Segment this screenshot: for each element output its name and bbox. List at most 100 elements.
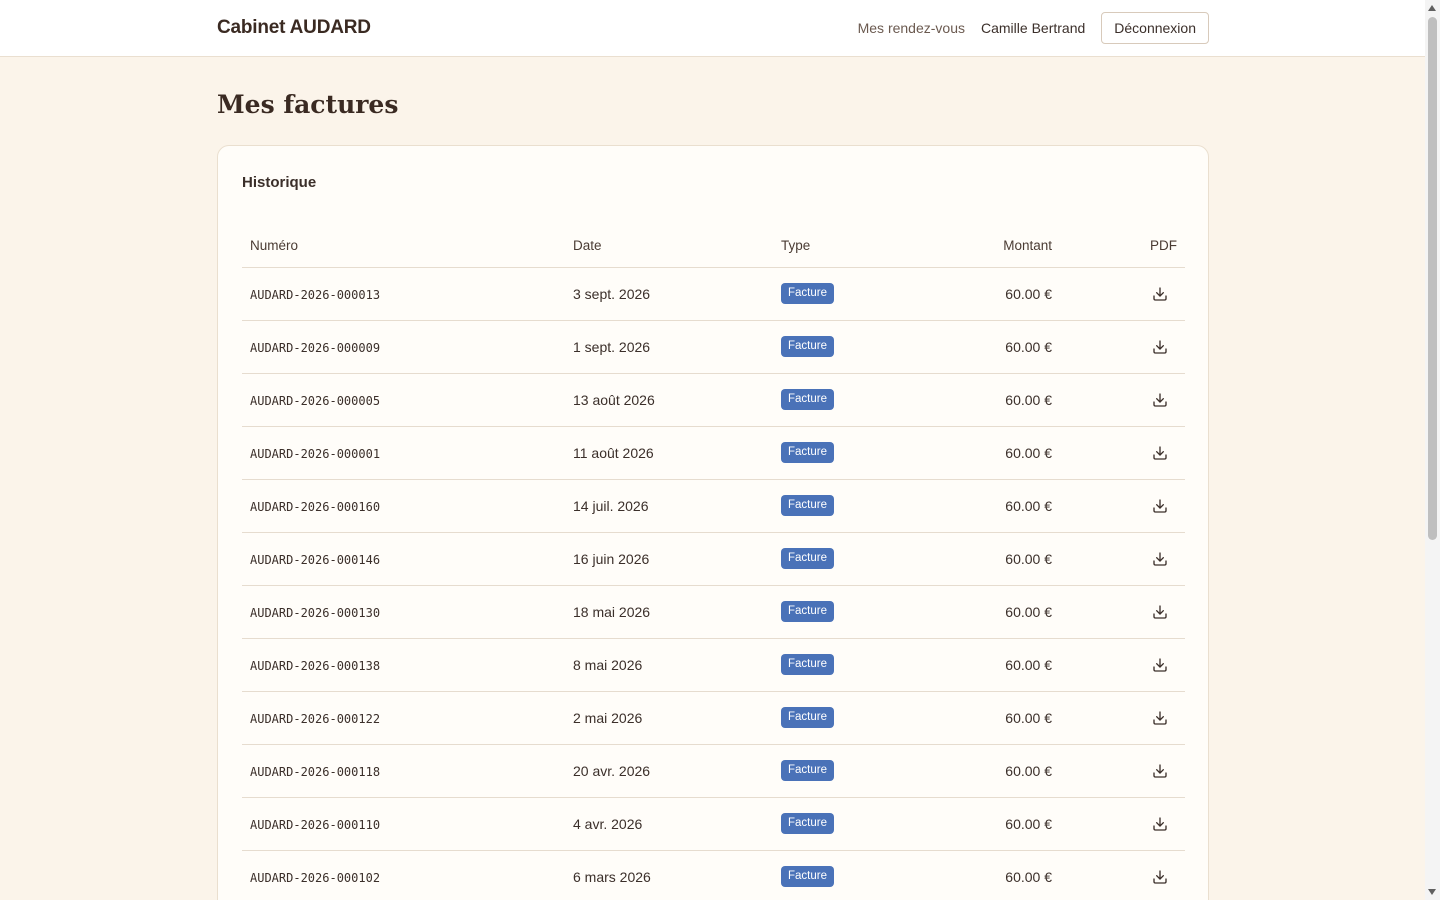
scroll-down-arrow-icon[interactable] bbox=[1428, 889, 1436, 895]
invoice-date: 8 mai 2026 bbox=[565, 638, 773, 692]
table-row: AUDARD-2026-000138 8 mai 2026 Facture 60.00… bbox=[242, 638, 1185, 692]
download-pdf-button[interactable] bbox=[1148, 600, 1172, 624]
type-badge: Facture bbox=[781, 760, 834, 781]
download-pdf-button[interactable] bbox=[1148, 441, 1172, 465]
invoice-type-cell: Facture bbox=[773, 850, 943, 900]
invoice-amount: 60.00 € bbox=[943, 638, 1070, 692]
table-row: AUDARD-2026-000001 11 août 2026 Facture 60.… bbox=[242, 426, 1185, 480]
invoice-type-cell: Facture bbox=[773, 532, 943, 586]
invoice-number-cell: AUDARD-2026-000138 bbox=[242, 638, 565, 692]
vertical-scrollbar[interactable] bbox=[1425, 0, 1440, 900]
invoice-date: 3 sept. 2026 bbox=[565, 267, 773, 321]
download-icon bbox=[1153, 498, 1167, 513]
card-title: Historique bbox=[242, 174, 317, 191]
download-pdf-button[interactable] bbox=[1148, 335, 1172, 359]
invoice-date: 1 sept. 2026 bbox=[565, 320, 773, 374]
download-icon bbox=[1153, 657, 1167, 672]
invoice-type-cell: Facture bbox=[773, 426, 943, 480]
type-badge: Facture bbox=[781, 707, 834, 728]
scroll-up-arrow-icon[interactable] bbox=[1428, 5, 1436, 11]
invoice-pdf-cell bbox=[1070, 373, 1185, 427]
invoice-amount: 60.00 € bbox=[943, 267, 1070, 321]
table-row: AUDARD-2026-000122 2 mai 2026 Facture 60.00… bbox=[242, 691, 1185, 745]
invoice-history-card: Historique Numéro Date Type Montant PDF … bbox=[217, 145, 1209, 900]
download-icon bbox=[1153, 339, 1167, 354]
invoice-number: AUDARD-2026-000013 bbox=[250, 287, 381, 302]
invoice-pdf-cell bbox=[1070, 320, 1185, 374]
invoice-amount: 60.00 € bbox=[943, 373, 1070, 427]
invoice-type-cell: Facture bbox=[773, 691, 943, 745]
invoice-number: AUDARD-2026-000110 bbox=[250, 817, 381, 832]
type-badge: Facture bbox=[781, 389, 834, 410]
type-badge: Facture bbox=[781, 654, 834, 675]
invoice-type-cell: Facture bbox=[773, 797, 943, 851]
invoice-number: AUDARD-2026-000122 bbox=[250, 711, 381, 726]
table-row: AUDARD-2026-000160 14 juil. 2026 Facture 60… bbox=[242, 479, 1185, 533]
invoice-number-cell: AUDARD-2026-000102 bbox=[242, 850, 565, 900]
download-pdf-button[interactable] bbox=[1148, 812, 1172, 836]
invoice-number: AUDARD-2026-000102 bbox=[250, 870, 381, 885]
invoice-number: AUDARD-2026-000160 bbox=[250, 499, 381, 514]
scroll-thumb[interactable] bbox=[1428, 17, 1437, 540]
brand-logo[interactable]: Cabinet AUDARD bbox=[217, 17, 371, 39]
column-header-type: Type bbox=[773, 225, 943, 268]
download-pdf-button[interactable] bbox=[1148, 865, 1172, 889]
invoice-pdf-cell bbox=[1070, 479, 1185, 533]
download-pdf-button[interactable] bbox=[1148, 653, 1172, 677]
column-header-number: Numéro bbox=[242, 225, 565, 268]
invoice-amount: 60.00 € bbox=[943, 691, 1070, 745]
table-row: AUDARD-2026-000013 3 sept. 2026 Facture 60.… bbox=[242, 267, 1185, 321]
column-header-date: Date bbox=[565, 225, 773, 268]
download-pdf-button[interactable] bbox=[1148, 547, 1172, 571]
download-pdf-button[interactable] bbox=[1148, 706, 1172, 730]
download-icon bbox=[1153, 392, 1167, 407]
invoice-pdf-cell bbox=[1070, 267, 1185, 321]
invoice-type-cell: Facture bbox=[773, 479, 943, 533]
user-name: Camille Bertrand bbox=[981, 20, 1086, 36]
invoice-amount: 60.00 € bbox=[943, 532, 1070, 586]
invoice-number-cell: AUDARD-2026-000118 bbox=[242, 744, 565, 798]
type-badge: Facture bbox=[781, 866, 834, 887]
type-badge: Facture bbox=[781, 601, 834, 622]
download-icon bbox=[1153, 869, 1167, 884]
invoice-date: 13 août 2026 bbox=[565, 373, 773, 427]
invoice-number-cell: AUDARD-2026-000110 bbox=[242, 797, 565, 851]
table-row: AUDARD-2026-000102 6 mars 2026 Facture 60.0… bbox=[242, 850, 1185, 900]
invoice-type-cell: Facture bbox=[773, 267, 943, 321]
type-badge: Facture bbox=[781, 336, 834, 357]
invoice-number: AUDARD-2026-000001 bbox=[250, 446, 381, 461]
invoice-date: 4 avr. 2026 bbox=[565, 797, 773, 851]
nav-link-appointments[interactable]: Mes rendez-vous bbox=[858, 20, 965, 36]
invoice-date: 6 mars 2026 bbox=[565, 850, 773, 900]
download-pdf-button[interactable] bbox=[1148, 759, 1172, 783]
invoice-pdf-cell bbox=[1070, 638, 1185, 692]
top-nav: Mes rendez-vous Camille Bertrand Déconne… bbox=[858, 12, 1209, 44]
download-icon bbox=[1153, 551, 1167, 566]
download-icon bbox=[1153, 604, 1167, 619]
invoice-number: AUDARD-2026-000138 bbox=[250, 658, 381, 673]
invoice-amount: 60.00 € bbox=[943, 426, 1070, 480]
invoice-type-cell: Facture bbox=[773, 373, 943, 427]
invoice-table: Numéro Date Type Montant PDF AUDARD-2026… bbox=[242, 225, 1185, 900]
invoice-date: 16 juin 2026 bbox=[565, 532, 773, 586]
invoice-number: AUDARD-2026-000009 bbox=[250, 340, 381, 355]
column-header-amount: Montant bbox=[943, 225, 1070, 268]
table-row: AUDARD-2026-000130 18 mai 2026 Facture 60.0… bbox=[242, 585, 1185, 639]
table-row: AUDARD-2026-000110 4 avr. 2026 Facture 60.0… bbox=[242, 797, 1185, 851]
invoice-number-cell: AUDARD-2026-000130 bbox=[242, 585, 565, 639]
invoice-pdf-cell bbox=[1070, 850, 1185, 900]
download-pdf-button[interactable] bbox=[1148, 388, 1172, 412]
invoice-number-cell: AUDARD-2026-000005 bbox=[242, 373, 565, 427]
invoice-pdf-cell bbox=[1070, 585, 1185, 639]
type-badge: Facture bbox=[781, 283, 834, 304]
type-badge: Facture bbox=[781, 548, 834, 569]
download-pdf-button[interactable] bbox=[1148, 494, 1172, 518]
logout-button[interactable]: Déconnexion bbox=[1101, 12, 1209, 44]
invoice-pdf-cell bbox=[1070, 797, 1185, 851]
invoice-amount: 60.00 € bbox=[943, 850, 1070, 900]
download-pdf-button[interactable] bbox=[1148, 282, 1172, 306]
invoice-amount: 60.00 € bbox=[943, 585, 1070, 639]
invoice-number: AUDARD-2026-000005 bbox=[250, 393, 381, 408]
invoice-number-cell: AUDARD-2026-000001 bbox=[242, 426, 565, 480]
type-badge: Facture bbox=[781, 495, 834, 516]
